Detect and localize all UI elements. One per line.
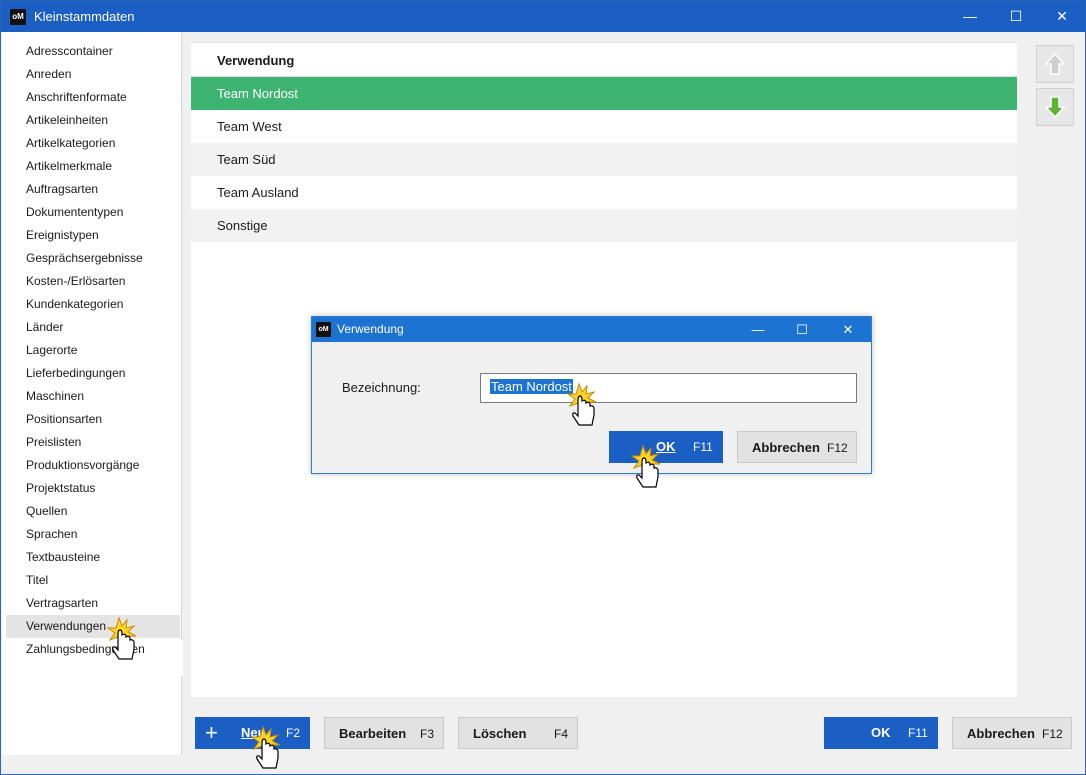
sidebar-item[interactable]: Zahlungsbedingungen (6, 638, 180, 661)
edit-button[interactable]: Bearbeiten F3 (324, 717, 444, 749)
delete-button[interactable]: Löschen F4 (458, 717, 578, 749)
sidebar-item[interactable]: Auftragsarten (6, 178, 180, 201)
bezeichnung-value: Team Nordost (490, 379, 573, 394)
dialog-ok-button[interactable]: OK F11 (609, 431, 723, 463)
sidebar-item[interactable]: Adresscontainer (6, 40, 180, 63)
cancel-button[interactable]: Abbrechen F12 (952, 717, 1072, 749)
dialog-title-bar: oM Verwendung — ☐ ✕ (312, 317, 871, 342)
maximize-button[interactable]: ☐ (993, 1, 1039, 32)
ok-button-label: OK (871, 725, 891, 740)
sidebar-item[interactable]: Textbausteine (6, 546, 180, 569)
arrow-up-icon (1044, 52, 1066, 75)
hand-cursor-icon (630, 444, 661, 488)
cancel-button-label: Abbrechen (967, 726, 1035, 741)
dialog-ok-key: F11 (693, 440, 713, 454)
sidebar-item[interactable]: Anreden (6, 63, 180, 86)
app-icon: oM (10, 9, 26, 25)
minimize-button[interactable]: — (947, 1, 993, 32)
new-button-key: F2 (286, 726, 301, 740)
sidebar-item[interactable]: Länder (6, 316, 180, 339)
edit-button-label: Bearbeiten (339, 726, 407, 741)
delete-button-label: Löschen (473, 726, 527, 741)
dialog-cancel-label: Abbrechen (752, 440, 820, 455)
sidebar-item[interactable]: Kosten-/Erlösarten (6, 270, 180, 293)
ok-button-key: F11 (908, 726, 928, 740)
dialog-close-button[interactable]: ✕ (826, 317, 870, 342)
move-down-button[interactable] (1036, 88, 1074, 126)
sidebar-item[interactable]: Maschinen (6, 385, 180, 408)
list-item[interactable]: Team West (191, 110, 1017, 143)
hand-cursor-icon (106, 616, 137, 660)
sidebar-item[interactable]: Artikelkategorien (6, 132, 180, 155)
dialog-title: Verwendung (337, 322, 404, 336)
sidebar-item[interactable]: Artikeleinheiten (6, 109, 180, 132)
delete-button-key: F4 (554, 727, 569, 741)
sidebar-item[interactable]: Gesprächsergebnisse (6, 247, 180, 270)
dialog-maximize-button[interactable]: ☐ (780, 317, 824, 342)
sidebar-item[interactable]: Sprachen (6, 523, 180, 546)
plus-icon: + (205, 720, 218, 745)
dialog-cancel-key: F12 (827, 441, 848, 455)
sidebar-item[interactable]: Quellen (6, 500, 180, 523)
list-item-selected[interactable]: Team Nordost (191, 77, 1017, 110)
sidebar-item[interactable]: Anschriftenformate (6, 86, 180, 109)
cancel-button-key: F12 (1042, 727, 1063, 741)
sidebar-item[interactable]: Projektstatus (6, 477, 180, 500)
close-button[interactable]: ✕ (1039, 1, 1085, 32)
sidebar-item[interactable]: Artikelmerkmale (6, 155, 180, 178)
move-up-button[interactable] (1036, 45, 1074, 83)
arrow-down-icon (1044, 96, 1066, 119)
sidebar-item[interactable]: Positionsarten (6, 408, 180, 431)
sidebar-item[interactable]: Dokumententypen (6, 201, 180, 224)
window-title: Kleinstammdaten (34, 9, 135, 24)
hand-cursor-icon (250, 725, 281, 769)
hand-cursor-icon (566, 382, 597, 426)
sidebar-item[interactable]: Titel (6, 569, 180, 592)
sidebar-item[interactable]: Vertragsarten (6, 592, 180, 615)
sidebar-item[interactable]: Produktionsvorgänge (6, 454, 180, 477)
bezeichnung-label: Bezeichnung: (342, 380, 421, 395)
list-header[interactable]: Verwendung (191, 42, 1017, 77)
bezeichnung-input[interactable]: Team Nordost (480, 373, 857, 403)
title-bar: oM Kleinstammdaten — ☐ ✕ (1, 1, 1085, 32)
sidebar-item[interactable]: Lieferbedingungen (6, 362, 180, 385)
edit-button-key: F3 (420, 727, 435, 741)
dialog-cancel-button[interactable]: Abbrechen F12 (737, 431, 857, 463)
sidebar-item[interactable]: Kundenkategorien (6, 293, 180, 316)
sidebar-item[interactable]: Lagerorte (6, 339, 180, 362)
dialog-minimize-button[interactable]: — (736, 317, 780, 342)
sidebar-item-verwendungen[interactable]: Verwendungen (6, 615, 180, 638)
list-item[interactable]: Team Süd (191, 143, 1017, 176)
list-item[interactable]: Sonstige (191, 209, 1017, 242)
ok-button[interactable]: OK F11 (824, 717, 938, 749)
sidebar-item[interactable]: Preislisten (6, 431, 180, 454)
dialog-app-icon: oM (316, 322, 331, 337)
list-item[interactable]: Team Ausland (191, 176, 1017, 209)
sidebar-item[interactable]: Ereignistypen (6, 224, 180, 247)
sidebar: Adresscontainer Anreden Anschriftenforma… (2, 32, 183, 755)
